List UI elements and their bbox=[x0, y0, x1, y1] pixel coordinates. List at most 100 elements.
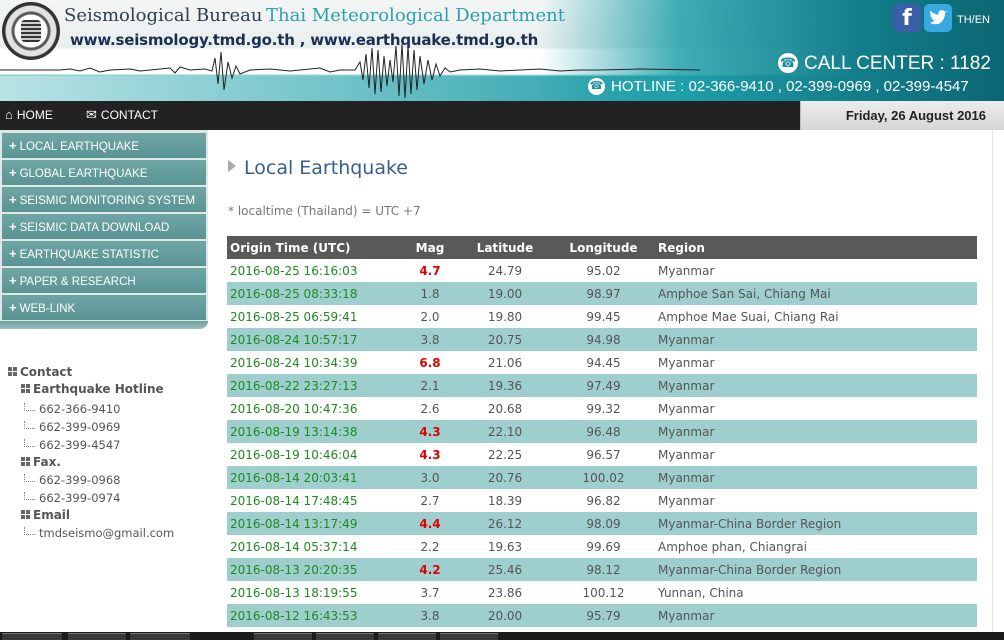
menu-item-seismic-monitoring[interactable]: + SEISMIC MONITORING SYSTEM bbox=[2, 187, 206, 212]
taskbar-button[interactable] bbox=[378, 633, 436, 640]
latitude-cell: 22.25 bbox=[458, 443, 552, 466]
column-header-longitude: Longitude bbox=[552, 236, 655, 259]
menu-item-label: GLOBAL EARTHQUAKE bbox=[19, 168, 148, 180]
magnitude-cell: 2.6 bbox=[402, 397, 458, 420]
longitude-cell: 96.82 bbox=[552, 489, 655, 512]
menu-item-label: SEISMIC DATA DOWNLOAD bbox=[19, 222, 170, 234]
menu-item-label: SEISMIC MONITORING SYSTEM bbox=[19, 195, 196, 207]
hotline-number-text: 662-399-4547 bbox=[39, 438, 121, 452]
language-switch[interactable]: TH/EN bbox=[957, 14, 990, 26]
facebook-icon[interactable]: f bbox=[893, 4, 921, 32]
hotline-title-text: Earthquake Hotline bbox=[33, 382, 164, 396]
phone-icon: ☎ bbox=[588, 78, 605, 95]
sidebar-menu: + LOCAL EARTHQUAKE + GLOBAL EARTHQUAKE + SE… bbox=[0, 130, 208, 327]
latitude-cell: 18.39 bbox=[458, 489, 552, 512]
contact-title: Contact bbox=[8, 365, 72, 379]
region-cell: Myanmar bbox=[655, 466, 977, 489]
magnitude-cell: 2.2 bbox=[402, 535, 458, 558]
table-row: 2016-08-14 05:37:14 2.2 19.63 99.69 Amphoe p… bbox=[227, 535, 977, 558]
latitude-cell: 20.75 bbox=[458, 328, 552, 351]
longitude-cell: 99.45 bbox=[552, 305, 655, 328]
emblem-inner bbox=[21, 20, 41, 42]
plus-icon: + bbox=[9, 246, 17, 261]
taskbar-button[interactable] bbox=[440, 633, 498, 640]
table-row: 2016-08-25 16:16:03 4.7 24.79 95.02 Myanmar bbox=[227, 259, 977, 282]
email-address[interactable]: tmdseismo@gmail.com bbox=[24, 526, 174, 540]
table-row: 2016-08-24 10:34:39 6.8 21.06 94.45 Myanmar bbox=[227, 351, 977, 374]
origin-time-cell: 2016-08-19 10:46:04 bbox=[227, 443, 402, 466]
region-cell: Myanmar bbox=[655, 328, 977, 351]
content-right-edge bbox=[992, 130, 1004, 640]
origin-time-cell: 2016-08-13 18:19:55 bbox=[227, 581, 402, 604]
menu-item-local-earthquake[interactable]: + LOCAL EARTHQUAKE bbox=[2, 133, 206, 158]
bureau-title: Seismological Bureau bbox=[64, 5, 263, 26]
table-row: 2016-08-19 13:14:38 4.3 22.10 96.48 Myanmar bbox=[227, 420, 977, 443]
plus-icon: + bbox=[9, 165, 17, 180]
taskbar-button[interactable] bbox=[2, 633, 62, 640]
origin-time-cell: 2016-08-14 05:37:14 bbox=[227, 535, 402, 558]
menu-item-global-earthquake[interactable]: + GLOBAL EARTHQUAKE bbox=[2, 160, 206, 185]
nav-home-label: HOME bbox=[16, 108, 53, 122]
longitude-cell: 98.12 bbox=[552, 558, 655, 581]
region-cell: Amphoe Mae Suai, Chiang Rai bbox=[655, 305, 977, 328]
table-row: 2016-08-12 16:43:53 3.8 20.00 95.79 Myanmar bbox=[227, 604, 977, 627]
tree-node-icon bbox=[21, 510, 30, 519]
region-cell: Myanmar bbox=[655, 489, 977, 512]
origin-time-cell: 2016-08-22 23:27:13 bbox=[227, 374, 402, 397]
region-cell: Myanmar bbox=[655, 443, 977, 466]
magnitude-cell: 2.7 bbox=[402, 489, 458, 512]
twitter-icon[interactable] bbox=[924, 4, 952, 32]
latitude-cell: 21.06 bbox=[458, 351, 552, 374]
longitude-cell: 99.32 bbox=[552, 397, 655, 420]
magnitude-cell: 3.8 bbox=[402, 604, 458, 627]
menu-item-label: EARTHQUAKE STATISTIC bbox=[19, 249, 159, 261]
column-header-origin-time: Origin Time (UTC) bbox=[227, 236, 402, 259]
fax-number-text: 662-399-0968 bbox=[39, 473, 121, 487]
origin-time-cell: 2016-08-25 08:33:18 bbox=[227, 282, 402, 305]
region-cell: Myanmar-China Border Region bbox=[655, 512, 977, 535]
latitude-cell: 20.00 bbox=[458, 604, 552, 627]
latitude-cell: 19.80 bbox=[458, 305, 552, 328]
taskbar-button[interactable] bbox=[254, 633, 312, 640]
region-cell: Myanmar bbox=[655, 351, 977, 374]
menu-item-earthquake-statistic[interactable]: + EARTHQUAKE STATISTIC bbox=[2, 241, 206, 266]
twitter-bird-icon bbox=[930, 10, 947, 25]
hotline-number: 662-399-4547 bbox=[24, 438, 120, 452]
tree-node-icon bbox=[21, 384, 30, 393]
menu-item-seismic-data-download[interactable]: + SEISMIC DATA DOWNLOAD bbox=[2, 214, 206, 239]
longitude-cell: 100.02 bbox=[552, 466, 655, 489]
menu-item-paper-research[interactable]: + PAPER & RESEARCH bbox=[2, 268, 206, 293]
origin-time-cell: 2016-08-24 10:34:39 bbox=[227, 351, 402, 374]
call-center-text: CALL CENTER : 1182 bbox=[804, 53, 991, 74]
nav-home-link[interactable]: ⌂ HOME bbox=[5, 101, 53, 130]
fax-number-text: 662-399-0974 bbox=[39, 491, 121, 505]
page-title: Local Earthquake bbox=[228, 157, 408, 179]
tree-node-icon bbox=[8, 367, 17, 376]
menu-item-label: LOCAL EARTHQUAKE bbox=[19, 141, 140, 153]
longitude-cell: 98.09 bbox=[552, 512, 655, 535]
home-icon: ⌂ bbox=[5, 107, 13, 122]
table-row: 2016-08-14 20:03:41 3.0 20.76 100.02 Myanmar bbox=[227, 466, 977, 489]
magnitude-cell: 4.4 bbox=[402, 512, 458, 535]
fax-number: 662-399-0974 bbox=[24, 491, 120, 505]
tree-branch-icon bbox=[24, 474, 35, 482]
email-title: Email bbox=[21, 508, 70, 522]
call-center: ☎ CALL CENTER : 1182 bbox=[778, 53, 991, 75]
longitude-cell: 95.02 bbox=[552, 259, 655, 282]
origin-time-cell: 2016-08-24 10:57:17 bbox=[227, 328, 402, 351]
menu-item-web-link[interactable]: + WEB-LINK bbox=[2, 295, 206, 320]
site-urls[interactable]: www.seismology.tmd.go.th , www.earthquak… bbox=[70, 31, 538, 49]
fax-number: 662-399-0968 bbox=[24, 473, 120, 487]
taskbar-button[interactable] bbox=[68, 633, 126, 640]
plus-icon: + bbox=[9, 300, 17, 315]
taskbar-button[interactable] bbox=[130, 633, 190, 640]
tree-node-icon bbox=[21, 457, 30, 466]
department-title: Thai Meteorological Department bbox=[266, 5, 565, 26]
timezone-note: * localtime (Thailand) = UTC +7 bbox=[228, 204, 421, 218]
magnitude-cell: 3.7 bbox=[402, 581, 458, 604]
contact-title-text: Contact bbox=[20, 365, 73, 379]
taskbar-button[interactable] bbox=[316, 633, 374, 640]
phone-icon: ☎ bbox=[778, 53, 798, 73]
nav-contact-link[interactable]: ✉ CONTACT bbox=[86, 101, 158, 130]
longitude-cell: 94.98 bbox=[552, 328, 655, 351]
